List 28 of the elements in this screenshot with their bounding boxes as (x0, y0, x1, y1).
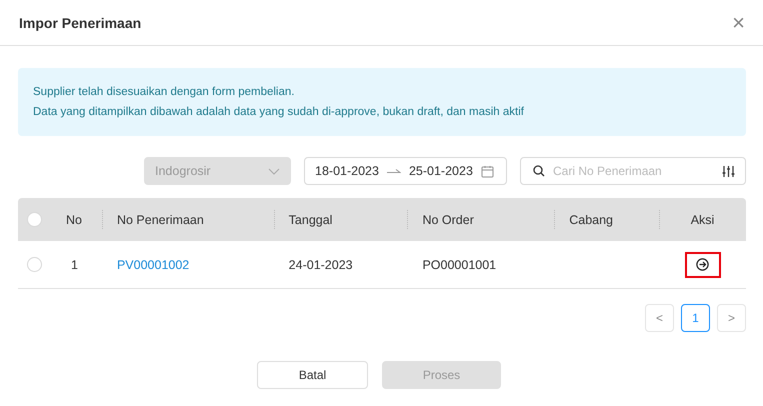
close-button[interactable]: × (728, 12, 749, 34)
alert-text: Supplier telah disesuaikan dengan form pembelian. (33, 85, 296, 100)
start-date: 18-01-2023 (315, 164, 379, 178)
date-range-field[interactable]: 18-01-2023 25-01-2023 (304, 157, 507, 185)
previous-page-button[interactable]: < (645, 304, 674, 332)
search-icon (533, 165, 545, 177)
search-field[interactable]: Cari No Penerimaan (520, 157, 746, 185)
select-all-checkbox[interactable] (27, 212, 42, 227)
chevron-down-icon (268, 168, 280, 174)
column-header: No Penerimaan (116, 212, 204, 226)
end-date: 25-01-2023 (408, 164, 473, 178)
table-cell: 24-01-2023 (288, 258, 353, 272)
page-button[interactable]: 1 (681, 304, 710, 332)
column-header: No Order (422, 212, 474, 226)
column-header: No (66, 212, 82, 226)
receipt-link[interactable]: PV00001002 (116, 258, 190, 272)
next-page-button[interactable]: > (717, 304, 746, 332)
alert-text: Data yang ditampilkan dibawah adalah data yang sudah di-approve, bukan draft, dan masih aktif (33, 105, 525, 120)
filter-sliders-icon[interactable] (722, 164, 735, 178)
action-button[interactable]: Batal (257, 361, 368, 389)
column-header: Cabang (569, 212, 614, 226)
calendar-icon (480, 164, 494, 178)
dialog-title: Impor Penerimaan (19, 14, 142, 30)
table-cell: 1 (71, 258, 78, 272)
column-header: Aksi (690, 212, 714, 226)
column-header: Tanggal (288, 212, 332, 226)
table-cell: PO00001001 (422, 258, 496, 272)
row-checkbox[interactable] (27, 257, 42, 272)
